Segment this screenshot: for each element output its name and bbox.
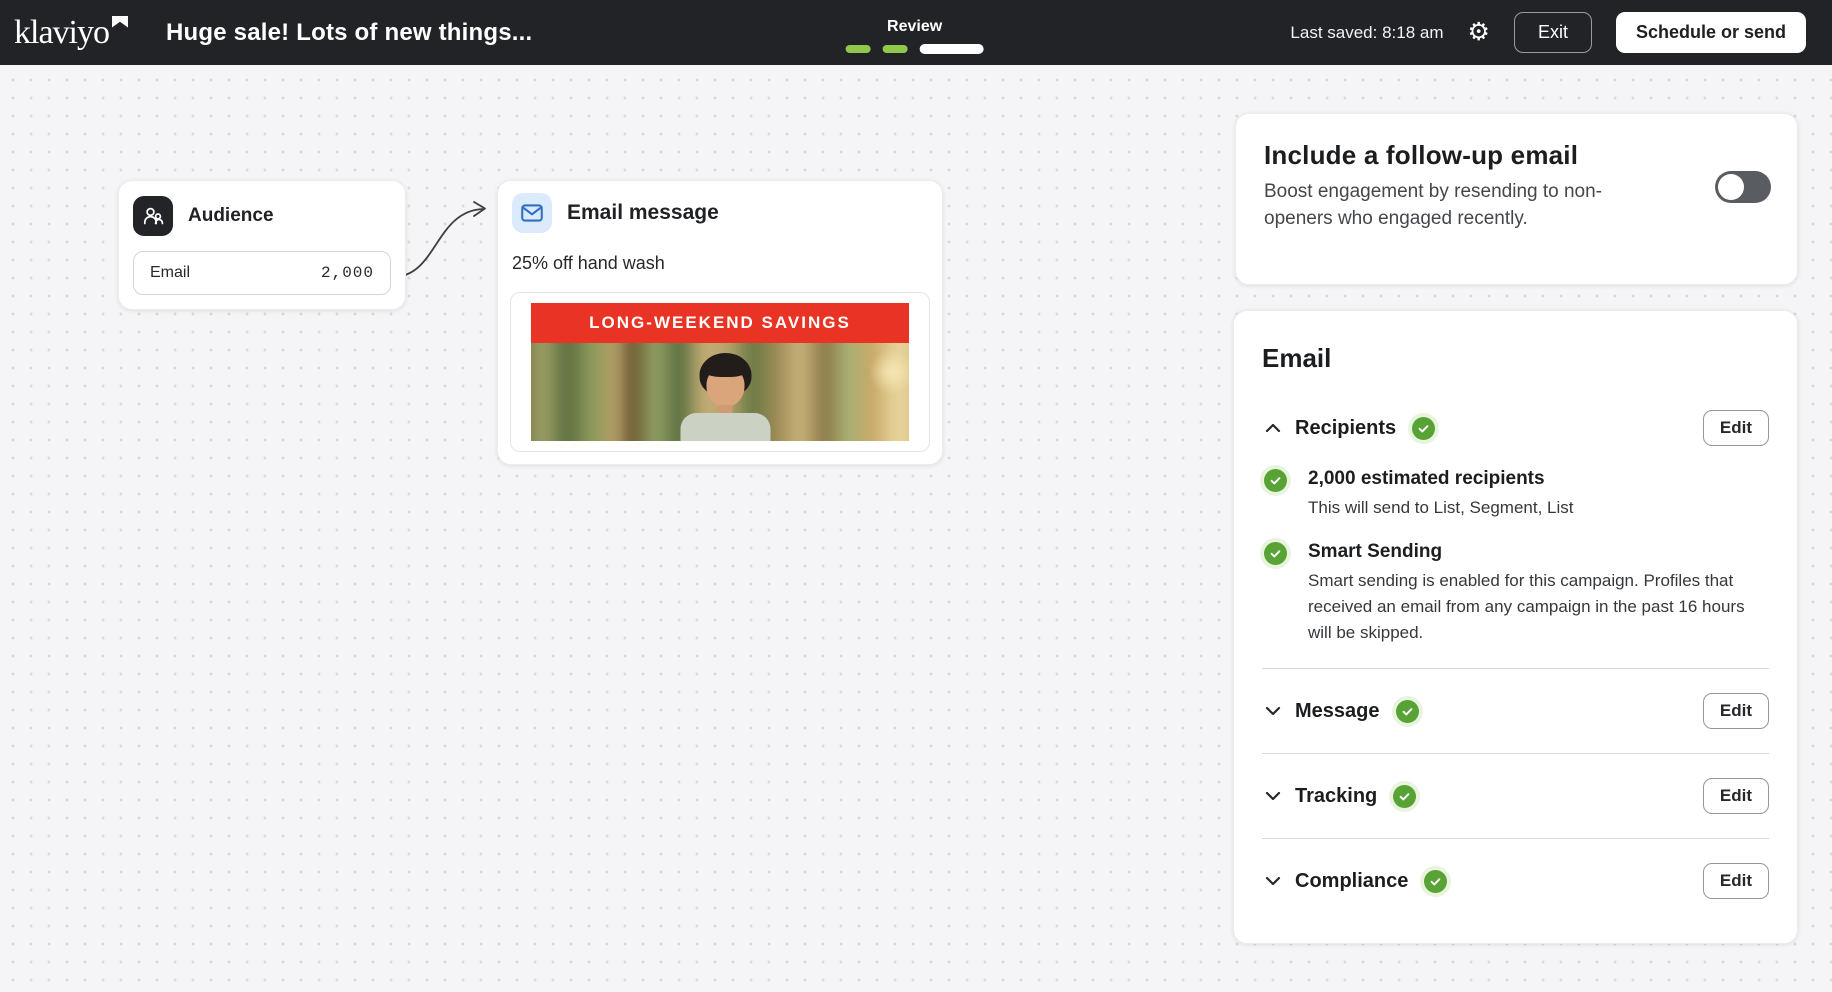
campaign-canvas[interactable]: Audience Email 2,000 Email message 25% o… [0, 65, 1832, 992]
section-label-tracking: Tracking [1295, 785, 1377, 808]
status-complete-badge [1424, 870, 1447, 893]
email-card-title: Email message [567, 201, 719, 225]
section-row-compliance: Compliance Edit [1262, 861, 1769, 901]
audience-card-header: Audience [133, 196, 391, 236]
klaviyo-logo: klaviyo [14, 10, 128, 56]
email-preview-thumbnail: LONG-WEEKEND SAVINGS [510, 292, 930, 452]
photo-person [671, 353, 781, 441]
audience-card-title: Audience [188, 205, 274, 227]
toggle-knob [1718, 174, 1744, 200]
panel-heading: Email [1262, 343, 1769, 374]
step-pill-completed-1[interactable] [846, 45, 871, 53]
progress-pills [846, 44, 984, 54]
preview-photo [531, 343, 909, 441]
campaign-title: Huge sale! Lots of new things... [166, 19, 532, 47]
followup-toggle[interactable] [1715, 171, 1771, 203]
last-saved-text: Last saved: 8:18 am [1290, 23, 1443, 43]
recipients-detail-smart-sending: Smart Sending Smart sending is enabled f… [1262, 541, 1769, 646]
klaviyo-wordmark: klaviyo [14, 10, 109, 56]
envelope-icon [512, 193, 552, 233]
current-step-label: Review [887, 18, 942, 36]
email-subject-line: 25% off hand wash [512, 253, 930, 274]
check-circle-icon [1264, 542, 1287, 565]
section-row-recipients: Recipients Edit [1262, 408, 1769, 448]
step-pill-completed-2[interactable] [883, 45, 908, 53]
estimated-recipients-title: 2,000 estimated recipients [1308, 468, 1769, 490]
audience-people-icon [133, 196, 173, 236]
audience-node-card[interactable]: Audience Email 2,000 [118, 180, 406, 310]
edit-tracking-button[interactable]: Edit [1703, 778, 1769, 814]
photo-lamp-glow [869, 349, 909, 395]
chevron-down-icon[interactable] [1262, 700, 1284, 722]
divider [1262, 753, 1769, 754]
followup-email-card: Include a follow-up email Boost engageme… [1235, 113, 1798, 285]
schedule-or-send-button[interactable]: Schedule or send [1616, 12, 1806, 53]
recipients-detail-estimated: 2,000 estimated recipients This will sen… [1262, 468, 1769, 521]
chevron-down-icon[interactable] [1262, 785, 1284, 807]
settings-gear-icon[interactable]: ⚙ [1468, 20, 1490, 45]
section-row-message: Message Edit [1262, 691, 1769, 731]
followup-description: Boost engagement by resending to non-ope… [1264, 178, 1626, 232]
status-complete-badge [1396, 700, 1419, 723]
divider [1262, 668, 1769, 669]
preview-banner: LONG-WEEKEND SAVINGS [531, 303, 909, 343]
followup-title: Include a follow-up email [1264, 140, 1769, 171]
section-label-message: Message [1295, 700, 1380, 723]
status-complete-badge [1393, 785, 1416, 808]
audience-recipient-count: 2,000 [321, 264, 374, 282]
chevron-up-icon[interactable] [1262, 417, 1284, 439]
smart-sending-title: Smart Sending [1308, 541, 1769, 563]
audience-email-row[interactable]: Email 2,000 [133, 251, 391, 295]
check-circle-icon [1264, 469, 1287, 492]
section-label-recipients: Recipients [1295, 417, 1396, 440]
step-pill-current-review[interactable] [920, 44, 984, 54]
klaviyo-flag-icon [112, 16, 128, 28]
email-card-header: Email message [510, 193, 930, 233]
edit-compliance-button[interactable]: Edit [1703, 863, 1769, 899]
exit-button[interactable]: Exit [1514, 12, 1592, 53]
section-row-tracking: Tracking Edit [1262, 776, 1769, 816]
audience-channel-label: Email [150, 264, 190, 282]
section-label-compliance: Compliance [1295, 870, 1408, 893]
step-progress: Review [846, 0, 984, 65]
topbar-actions: Last saved: 8:18 am ⚙ Exit Schedule or s… [1290, 12, 1806, 53]
edit-recipients-button[interactable]: Edit [1703, 410, 1769, 446]
status-complete-badge [1412, 417, 1435, 440]
smart-sending-description: Smart sending is enabled for this campai… [1308, 568, 1760, 646]
email-message-node-card[interactable]: Email message 25% off hand wash LONG-WEE… [497, 180, 943, 465]
edit-message-button[interactable]: Edit [1703, 693, 1769, 729]
topbar: klaviyo Huge sale! Lots of new things...… [0, 0, 1832, 65]
chevron-down-icon[interactable] [1262, 870, 1284, 892]
estimated-recipients-description: This will send to List, Segment, List [1308, 495, 1760, 521]
email-review-panel: Email Recipients Edit 2,000 estimated re… [1233, 310, 1798, 944]
divider [1262, 838, 1769, 839]
